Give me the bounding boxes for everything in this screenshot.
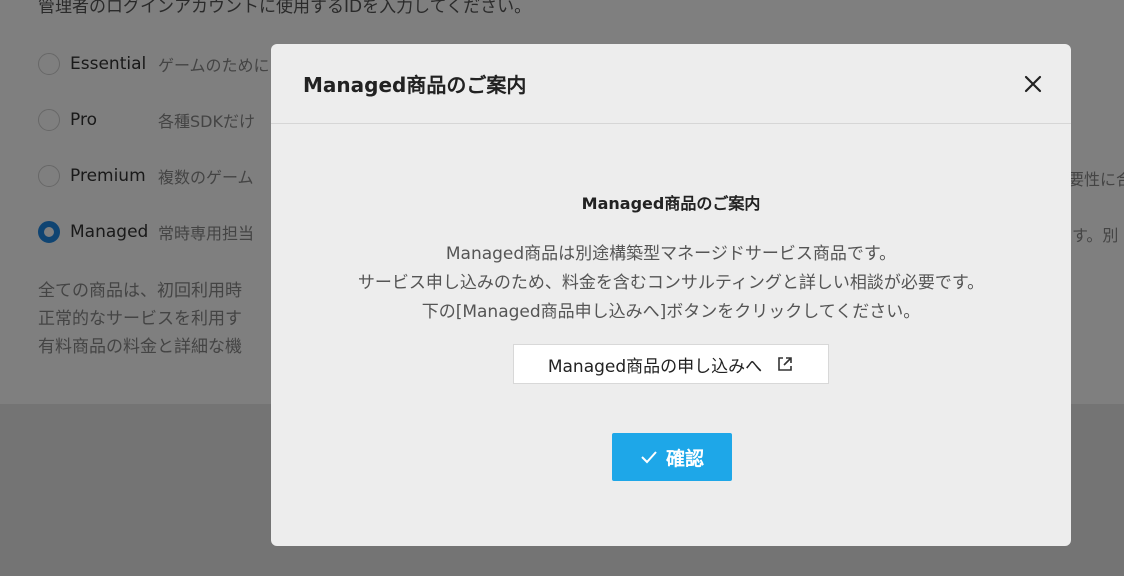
check-icon: [640, 450, 658, 464]
managed-apply-label: Managed商品の申し込みへ: [547, 356, 763, 377]
confirm-button[interactable]: 確認: [612, 433, 732, 481]
dialog-body-line-2: サービス申し込みのため、料金を含むコンサルティングと詳しい相談が必要です。: [357, 273, 985, 293]
dialog-header: Managed商品のご案内: [271, 44, 1071, 124]
confirm-label: 確認: [665, 447, 704, 470]
close-button[interactable]: [1021, 72, 1045, 96]
managed-info-dialog: Managed商品のご案内 Managed商品のご案内 Managed商品は別途…: [271, 44, 1071, 546]
dialog-body-text: Managed商品は別途構築型マネージドサービス商品です。 サービス申し込みのた…: [271, 240, 1071, 327]
dialog-title: Managed商品のご案内: [303, 73, 527, 97]
close-icon: [1024, 75, 1042, 93]
external-link-icon: [776, 355, 794, 373]
dialog-body-line-3: 下の[Managed商品申し込みへ]ボタンをクリックしてください。: [421, 302, 921, 322]
managed-apply-button[interactable]: Managed商品の申し込みへ: [513, 344, 829, 384]
dialog-body-line-1: Managed商品は別途構築型マネージドサービス商品です。: [445, 244, 897, 264]
dialog-body-title: Managed商品のご案内: [581, 194, 761, 213]
